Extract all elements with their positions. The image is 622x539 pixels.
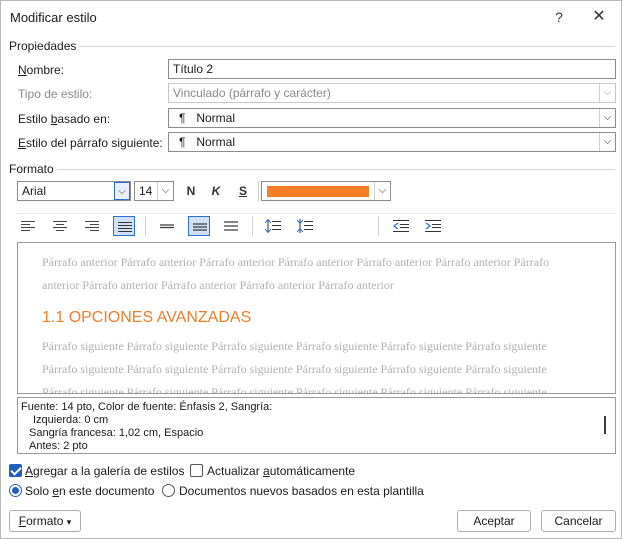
chevron-down-icon: ⌵ (599, 133, 615, 151)
justify-button[interactable] (113, 216, 135, 236)
double-spacing-icon (224, 221, 238, 231)
font-select[interactable]: Arial ⌵ (17, 181, 131, 201)
align-right-icon (85, 221, 99, 231)
one-half-spacing-button[interactable] (188, 216, 210, 236)
properties-section-label: Propiedades (9, 39, 77, 53)
single-spacing-icon (160, 224, 174, 229)
single-spacing-button[interactable] (156, 216, 178, 236)
font-size-select[interactable]: 14 ⌵ (134, 181, 174, 201)
double-spacing-button[interactable] (220, 216, 242, 236)
only-this-document-label: Solo en este documento (25, 484, 155, 498)
description-scrollbar[interactable] (604, 416, 606, 434)
preview-heading: 1.1 OPCIONES AVANZADAS (42, 309, 252, 326)
help-button[interactable]: ? (549, 7, 569, 27)
align-right-button[interactable] (81, 216, 103, 236)
based-on-label: Estilo basado en: (18, 112, 111, 126)
only-this-document-radio[interactable] (9, 484, 22, 497)
format-divider (57, 169, 615, 170)
close-button[interactable]: ✕ (589, 7, 609, 27)
underline-button[interactable]: S (233, 181, 253, 201)
modify-style-dialog: Modificar estilo ? ✕ Propiedades Nombre:… (0, 0, 622, 539)
paragraph-mark-icon: ¶ (179, 111, 186, 125)
justify-icon (118, 222, 132, 232)
chevron-down-icon: ⌵ (114, 182, 130, 200)
toolbar-divider (145, 216, 146, 236)
style-type-value: Vinculado (párrafo y carácter) (173, 86, 331, 100)
preview-next-paragraph: Párrafo siguiente Párrafo siguiente Párr… (42, 339, 547, 394)
cancel-button[interactable]: Cancelar (541, 510, 616, 532)
paragraph-mark-icon: ¶ (179, 135, 186, 149)
chevron-down-icon: ⌵ (599, 84, 615, 102)
add-to-gallery-label: Agregar a la galería de estilos (25, 464, 185, 478)
toolbar-top-line (17, 213, 616, 214)
align-center-icon (53, 221, 67, 231)
align-center-button[interactable] (49, 216, 71, 236)
format-button-label: Formato (18, 514, 67, 528)
auto-update-label: Actualizar automáticamente (207, 464, 356, 478)
toolbar-divider (258, 181, 259, 202)
next-style-value: Normal (196, 135, 236, 149)
description-line: Fuente: 14 pto, Color de fuente: Énfasis… (21, 401, 273, 413)
line-spacing-down-icon (297, 219, 313, 233)
format-section-label: Formato (9, 162, 54, 176)
chevron-down-icon: ⌵ (374, 182, 390, 200)
based-on-select[interactable]: ¶ Normal ⌵ (168, 108, 616, 128)
italic-button[interactable]: K (206, 181, 226, 201)
auto-update-checkbox[interactable] (190, 464, 203, 477)
next-style-select[interactable]: ¶ Normal ⌵ (168, 132, 616, 152)
font-size-value: 14 (139, 184, 153, 198)
style-type-select[interactable]: Vinculado (párrafo y carácter) ⌵ (168, 83, 616, 103)
add-to-gallery-checkbox[interactable] (9, 464, 22, 477)
title-bar: Modificar estilo ? ✕ (1, 1, 621, 35)
format-menu-button[interactable]: Formato ▾ (9, 510, 81, 532)
chevron-down-icon: ▾ (66, 517, 72, 527)
style-type-label: Tipo de estilo: (18, 87, 93, 101)
name-input[interactable]: Título 2 (168, 59, 616, 79)
increase-indent-button[interactable] (421, 216, 443, 236)
chevron-down-icon: ⌵ (157, 182, 173, 200)
toolbar-divider (252, 216, 253, 236)
next-style-label: Estilo del párrafo siguiente: (18, 136, 163, 150)
decrease-indent-icon (393, 220, 409, 232)
one-half-spacing-icon (193, 223, 207, 231)
description-line: Sangría francesa: 1,02 cm, Espacio (29, 427, 204, 439)
dialog-title: Modificar estilo (10, 10, 97, 25)
chevron-down-icon: ⌵ (599, 109, 615, 127)
align-left-icon (21, 221, 35, 231)
new-documents-label: Documentos nuevos basados en esta planti… (179, 484, 424, 498)
style-description: Fuente: 14 pto, Color de fuente: Énfasis… (17, 397, 616, 454)
font-color-swatch (267, 186, 369, 197)
line-spacing-up-icon (265, 219, 281, 233)
properties-divider (79, 46, 615, 47)
increase-indent-icon (425, 220, 441, 232)
decrease-spacing-button[interactable] (294, 216, 316, 236)
accept-button[interactable]: Aceptar (457, 510, 531, 532)
based-on-value: Normal (196, 111, 236, 125)
new-documents-radio[interactable] (162, 484, 175, 497)
decrease-indent-button[interactable] (389, 216, 411, 236)
style-preview: Párrafo anterior Párrafo anterior Párraf… (17, 242, 616, 394)
align-left-button[interactable] (17, 216, 39, 236)
preview-previous-paragraph: Párrafo anterior Párrafo anterior Párraf… (42, 255, 550, 292)
name-label: Nombre: (18, 63, 65, 77)
toolbar-divider (378, 216, 379, 236)
increase-spacing-button[interactable] (262, 216, 284, 236)
font-value: Arial (22, 184, 47, 198)
font-color-select[interactable]: ⌵ (261, 181, 391, 201)
bold-button[interactable]: N (181, 181, 201, 201)
description-line: Izquierda: 0 cm (33, 414, 109, 426)
description-line: Antes: 2 pto (29, 440, 88, 452)
